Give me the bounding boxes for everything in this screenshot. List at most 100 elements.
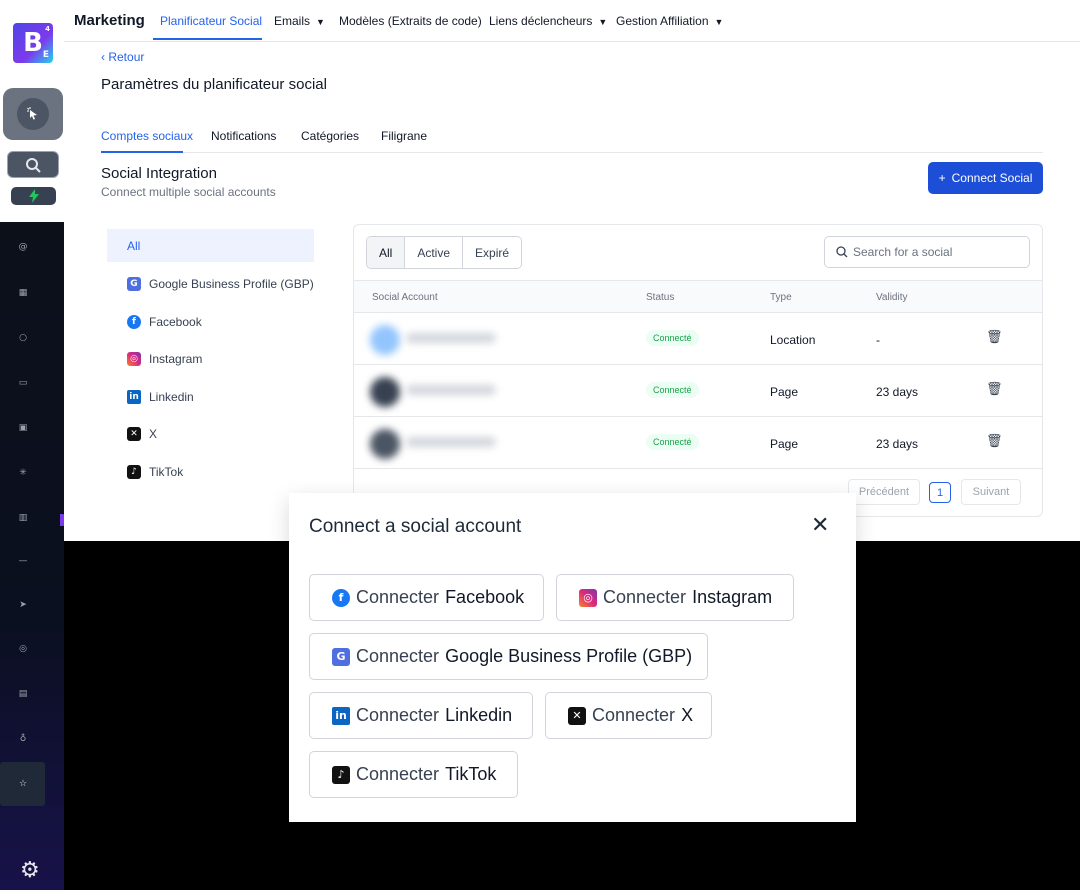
grid-icon[interactable]: ▦	[14, 284, 32, 302]
nav-gestion-affiliation[interactable]: Gestion Affiliation ▼	[616, 14, 723, 28]
filter-tiktok[interactable]: ♪ TikTok	[107, 455, 314, 488]
gear-icon[interactable]: ⚙	[20, 858, 40, 883]
table-row[interactable]: Connecté Location - 🗑	[354, 313, 1042, 365]
connect-tiktok-button[interactable]: ♪ Connecter TikTok	[309, 751, 518, 798]
connect-prefix: Connecter	[356, 646, 440, 666]
type-cell: Page	[770, 437, 799, 451]
send-icon[interactable]: ➤	[14, 596, 32, 614]
nav-active-underline	[153, 38, 262, 40]
column-header: Status	[646, 292, 675, 303]
platform-name: TikTok	[445, 764, 497, 784]
tab-categories[interactable]: Catégories	[301, 129, 359, 143]
linkedin-icon: in	[127, 389, 141, 404]
x-icon: ✕	[568, 706, 586, 725]
tab-notifications[interactable]: Notifications	[211, 129, 276, 143]
modal-title: Connect a social account	[309, 516, 522, 537]
chat-icon[interactable]: ○	[14, 329, 32, 347]
trash-icon[interactable]: 🗑	[986, 382, 1003, 397]
filter-linkedin[interactable]: in Linkedin	[107, 380, 314, 413]
nav-liens-label: Liens déclencheurs	[489, 14, 593, 28]
store-icon[interactable]: ▤	[14, 685, 32, 703]
type-cell: Location	[770, 333, 816, 347]
left-sidebar: B 4 E @ ▦ ○ ▭ ▣ ✳ ▥ — ➤ ◎ ▤ ♁ ☆ ⚙	[0, 0, 64, 890]
close-icon[interactable]: ✕	[811, 513, 829, 538]
filter-label: Linkedin	[149, 389, 194, 404]
avatar	[370, 377, 400, 407]
validity-cell: 23 days	[876, 385, 919, 399]
connect-prefix: Connecter	[356, 705, 440, 725]
connect-x-button[interactable]: ✕ Connecter X	[545, 692, 712, 739]
platform-name: Google Business Profile (GBP)	[445, 646, 693, 666]
bolt-button[interactable]	[11, 187, 56, 205]
nav-emails[interactable]: Emails ▼	[274, 14, 325, 28]
status-badge: Connecté	[646, 382, 699, 398]
calendar-icon[interactable]: ▭	[14, 374, 32, 392]
pagination-page[interactable]: 1	[929, 482, 951, 503]
inbox-icon[interactable]: ▣	[14, 419, 32, 437]
app-logo[interactable]: B 4 E	[13, 23, 53, 63]
platform-name: Facebook	[445, 587, 525, 607]
account-name-blurred	[406, 385, 496, 395]
target-icon[interactable]: ◎	[14, 640, 32, 658]
minus-icon[interactable]: —	[14, 552, 32, 570]
nav-planificateur-social[interactable]: Planificateur Social	[160, 14, 262, 28]
back-link[interactable]: ‹ Retour	[101, 50, 144, 64]
section-title: Social Integration	[101, 165, 217, 182]
filter-gbp[interactable]: G Google Business Profile (GBP)	[107, 267, 314, 300]
connect-linkedin-button[interactable]: in Connecter Linkedin	[309, 692, 533, 739]
building-icon[interactable]: ▥	[14, 509, 32, 527]
filter-x[interactable]: ✕ X	[107, 417, 314, 450]
connect-social-button[interactable]: + Connect Social	[928, 162, 1043, 194]
linkedin-icon: in	[332, 706, 350, 725]
table-row[interactable]: Connecté Page 23 days 🗑	[354, 417, 1042, 469]
search-input[interactable]: Search for a social	[824, 236, 1030, 268]
tiktok-icon: ♪	[127, 464, 141, 479]
filter-all[interactable]: All	[107, 229, 314, 262]
facebook-icon: f	[127, 314, 141, 329]
star-icon[interactable]: ☆	[14, 775, 32, 793]
status-badge: Connecté	[646, 330, 699, 346]
status-badge: Connecté	[646, 434, 699, 450]
pagination-prev[interactable]: Précédent	[848, 479, 920, 505]
back-label: Retour	[108, 50, 145, 64]
status-segmented-control: All Active Expiré	[366, 236, 523, 269]
segment-all[interactable]: All	[367, 237, 406, 268]
asterisk-icon[interactable]: ✳	[14, 464, 32, 482]
main-content: Marketing Planificateur Social Emails ▼ M…	[64, 0, 1080, 541]
type-cell: Page	[770, 385, 799, 399]
pagination-next[interactable]: Suivant	[961, 479, 1021, 505]
avatar	[370, 325, 400, 355]
social-accounts-card: All Active Expiré Search for a social So…	[353, 224, 1043, 517]
segment-active[interactable]: Active	[405, 237, 464, 268]
nav-modeles[interactable]: Modèles (Extraits de code)	[339, 14, 482, 28]
trash-icon[interactable]: 🗑	[986, 434, 1003, 449]
column-header: Type	[770, 292, 792, 303]
at-icon[interactable]: @	[14, 238, 32, 256]
tab-filigrane[interactable]: Filigrane	[381, 129, 427, 143]
connect-prefix: Connecter	[592, 705, 676, 725]
filter-label: TikTok	[149, 464, 184, 479]
google-business-icon: G	[332, 647, 350, 666]
filter-facebook[interactable]: f Facebook	[107, 305, 314, 338]
connect-prefix: Connecter	[356, 764, 440, 784]
top-nav: Marketing Planificateur Social Emails ▼ M…	[64, 0, 1080, 42]
nav-emails-label: Emails	[274, 14, 311, 28]
tab-comptes-sociaux[interactable]: Comptes sociaux	[101, 129, 193, 143]
connect-instagram-button[interactable]: ◎ Connecter Instagram	[556, 574, 794, 621]
search-button[interactable]	[7, 151, 59, 178]
bulb-icon[interactable]: ♁	[14, 730, 32, 748]
filter-label: Instagram	[149, 351, 203, 366]
cursor-click-button[interactable]	[3, 88, 63, 140]
column-header: Social Account	[372, 292, 438, 303]
table-row[interactable]: Connecté Page 23 days 🗑	[354, 365, 1042, 417]
tab-active-underline	[101, 151, 183, 153]
connect-gbp-button[interactable]: G Connecter Google Business Profile (GBP)	[309, 633, 708, 680]
filter-instagram[interactable]: ◎ Instagram	[107, 342, 314, 375]
trash-icon[interactable]: 🗑	[986, 330, 1003, 345]
filter-label: All	[127, 238, 141, 253]
filter-label: Google Business Profile (GBP)	[149, 276, 314, 291]
connect-facebook-button[interactable]: f Connecter Facebook	[309, 574, 544, 621]
segment-expire[interactable]: Expiré	[463, 237, 521, 268]
validity-cell: -	[876, 333, 880, 347]
nav-liens-declencheurs[interactable]: Liens déclencheurs ▼	[489, 14, 607, 28]
